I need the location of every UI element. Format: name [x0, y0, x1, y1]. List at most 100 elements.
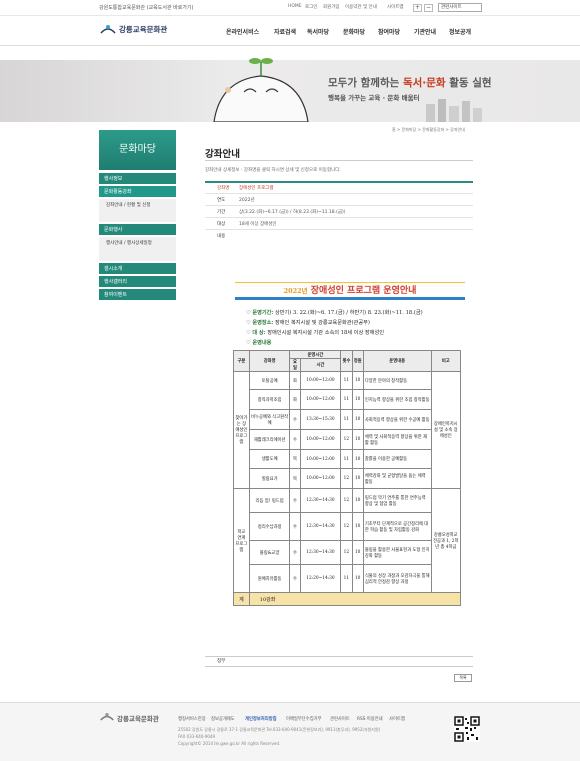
nav-about[interactable]: 기관안내 — [414, 27, 436, 36]
util-join-link[interactable]: 회원가입 — [323, 4, 340, 10]
table-row: 재활레크리에이션 수 10:00~12:00 12 10 체력 및 사회적응력 … — [234, 429, 461, 450]
footer-link-charter[interactable]: 행정서비스헌장 — [178, 716, 206, 722]
sidebar-item-event-info[interactable]: 행사정보 — [99, 173, 176, 185]
row-count: 12 — [340, 540, 353, 565]
row-name: 리듬 업! 핑드럼 — [248, 488, 291, 513]
row-day: 목 — [289, 468, 301, 489]
row-time: 12:20~14:30 — [299, 564, 342, 593]
info-row-period: 기간 상(3.22.(화)~6.17.(금)) / 하(8.23.(화)~11.1… — [205, 207, 473, 218]
col-day: 요일 — [289, 358, 301, 372]
nav-participation[interactable]: 참여마당 — [378, 27, 400, 36]
row-people: 10 — [351, 512, 364, 541]
sidebar-subitem-event-schedule[interactable]: 행사안내 / 행사상세일정 — [99, 237, 176, 262]
row-name: 정리수납과정 — [248, 512, 291, 541]
row-name: 창작과학조립 — [248, 389, 291, 410]
col-time: 운영시간 — [289, 350, 342, 359]
org-link[interactable]: 강원도통합교육문화관 (교육도서관 바로가기) — [99, 4, 193, 11]
row-day: 화 — [289, 371, 301, 390]
row-day: 수 — [289, 409, 301, 430]
sidebar-item-culture-event[interactable]: 문화행사 — [99, 224, 176, 236]
footer-link-rss[interactable]: RSS 이용안내 — [357, 716, 383, 722]
util-login-link[interactable]: 로그인 — [305, 4, 317, 10]
row-desc: 사회적응력 향상을 위한 수공예 활동 — [362, 409, 432, 430]
footer-link-privacy[interactable]: 개인정보처리방침 — [245, 716, 277, 722]
footer-link-related[interactable]: 관련사이트 — [330, 716, 350, 722]
row-desc: 찰흙을 이용한 공예활동 — [362, 449, 432, 469]
footer-link-email[interactable]: 이메일무단수집거부 — [286, 716, 322, 722]
footer-logo: 강릉교육문화관 — [117, 715, 159, 723]
row-people: 10 — [351, 371, 364, 390]
util-home-link[interactable]: HOME — [288, 4, 302, 9]
row-day: 목 — [289, 449, 301, 469]
row-name: 재활레크리에이션 — [248, 429, 291, 450]
util-sitemap-link[interactable]: 사이트맵 — [387, 4, 404, 10]
poster-title: 2022년 장애성인 프로그램 운영안내 — [235, 282, 465, 300]
footer-link-disclosure[interactable]: 정보공개제도 — [211, 716, 235, 722]
row-day: 수 — [289, 429, 301, 450]
row-count: 11 — [340, 371, 353, 390]
row-time: 10:00~12:00 — [299, 389, 342, 410]
table-row: 생활도예 목 10:00~12:00 11 10 찰흙을 이용한 공예활동 — [234, 449, 461, 469]
footer-copyright: Copyright© 2014 Ile.gwe.go.kr All rights… — [178, 741, 281, 746]
footer-logo-icon — [100, 712, 114, 721]
row-people: 10 — [351, 429, 364, 450]
banner-illustration-icon — [213, 58, 309, 122]
top-utility-bar: 강원도통합교육문화관 (교육도서관 바로가기) HOME 로그인 회원가입 이용… — [0, 0, 580, 16]
total-label: 계 — [233, 592, 250, 606]
info-row-target: 대상 18세 이상 장애성인 — [205, 219, 473, 230]
breadcrumb: 홈 > 문화마당 > 문화활동강좌 > 강좌안내 — [392, 127, 465, 132]
sidebar-item-gallery-intro[interactable]: 갤시소개 — [99, 263, 176, 275]
nav-culture[interactable]: 문화마당 — [343, 27, 365, 36]
row-desc: 기초부터 단계적으로 공간정리에 대한 학습 활동 및 자립활동 강화 — [362, 512, 432, 541]
footer-link-sitemap[interactable]: 사이트맵 — [389, 716, 405, 722]
row-name: 비누공예와 식고원작예 — [248, 409, 291, 430]
poster-content-label: ♡ 운영내용 — [246, 340, 272, 346]
sidebar-subitem-lecture-info[interactable]: 강좌안내 / 현황 및 신청 — [99, 199, 176, 223]
table-row: 창작과학조립 화 10:00~12:00 11 10 인지능력 향상을 위한 조… — [234, 389, 461, 410]
nav-reading[interactable]: 독서마당 — [307, 27, 329, 36]
row-name: 토탈공예 — [248, 371, 291, 390]
row-time: 13:30~15:30 — [299, 409, 342, 430]
row-time: 12:30~14:30 — [299, 512, 342, 541]
intro-text: 강좌안내 상세정보 · 강좌명을 클릭 하시면 상세 및 신청으로 이동합니다. — [205, 168, 341, 173]
table-row: 힐링요가 목 10:00~12:00 12 10 체력강화 및 균형발달을 돕는… — [234, 468, 461, 489]
table-row: 비누공예와 식고원작예 수 13:30~15:30 11 10 사회적응력 향상… — [234, 409, 461, 430]
family-site-select[interactable]: 관련사이트 — [438, 3, 482, 12]
row-people: 10 — [351, 564, 364, 593]
sidebar-item-lectures[interactable]: 문화활동강좌 — [99, 186, 176, 198]
sidebar-title: 문화마당 — [99, 130, 176, 170]
zoom-in-button[interactable]: + — [413, 4, 422, 12]
poster-period: ♡ 운영기간: 상반기) 3. 22.(화)~6. 17.(금) / 하반기) … — [246, 310, 423, 316]
row-people: 10 — [351, 468, 364, 489]
row-day: 화 — [289, 389, 301, 410]
row-count: 12 — [340, 512, 353, 541]
banner-headline: 모두가 함께하는 독서·문화 활동 실현 — [328, 77, 492, 89]
row-desc: 다양한 분야의 창작활동 — [362, 371, 432, 390]
logo-icon[interactable] — [99, 23, 117, 35]
row-desc: 인지능력 향상을 위한 조립 창작활동 — [362, 389, 432, 410]
util-terms-link[interactable]: 이용약관 및 안내 — [345, 4, 377, 10]
banner-subline: 행복을 가꾸는 교육 · 문화 배움터 — [328, 94, 420, 102]
table-total-row: 계 10강좌 — [233, 592, 462, 606]
nav-disclosure[interactable]: 정보공개 — [449, 27, 471, 36]
site-logo[interactable]: 강릉교육문화관 — [119, 24, 167, 35]
list-button[interactable]: 목록 — [454, 674, 472, 682]
nav-online-service[interactable]: 온라인서비스 — [226, 27, 259, 36]
row-name: 힐링요가 — [248, 468, 291, 489]
row-day: 수 — [289, 564, 301, 593]
table-row: 볼링&교양 수 12:30~14:30 12 10 볼링을 활용한 사물표현과 … — [234, 540, 461, 565]
sidebar-item-event-gallery[interactable]: 행사갤러리 — [99, 276, 176, 288]
row-people: 10 — [351, 409, 364, 430]
footer-address: 25502 강원도 강릉시 강릉로 37-1 강릉교육문화관 Tel.033-6… — [178, 727, 381, 732]
title-divider — [205, 160, 473, 161]
col-desc: 운영내용 — [362, 350, 432, 372]
row-name: 볼링&교양 — [248, 540, 291, 565]
zoom-out-button[interactable]: − — [424, 4, 433, 12]
city-skyline-icon — [426, 99, 482, 122]
footer-fax: FAX 033-640-9049 — [178, 734, 216, 739]
row-name: 생활도예 — [248, 449, 291, 469]
info-row-year: 연도 2022년 — [205, 195, 473, 206]
table-row: 찾아가는 장애성인 프로그램 토탈공예 화 10:00~12:00 11 10 … — [233, 371, 462, 489]
sidebar-item-events[interactable]: 참여이벤트 — [99, 289, 176, 301]
nav-search[interactable]: 자료검색 — [274, 27, 296, 36]
